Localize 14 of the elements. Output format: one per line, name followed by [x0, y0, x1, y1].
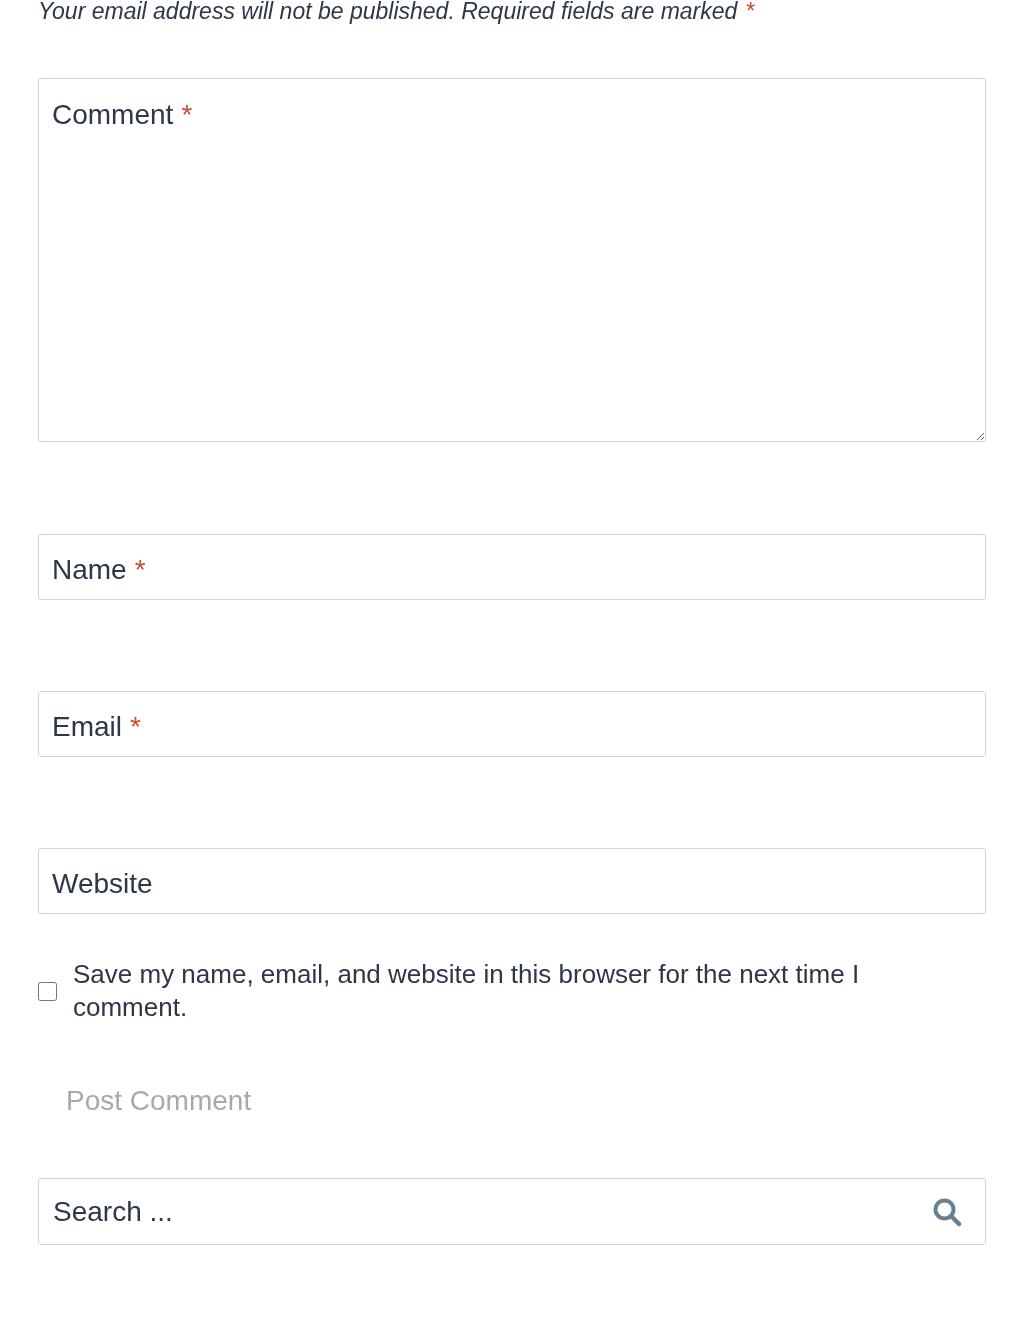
- field-label: Email *: [52, 710, 141, 744]
- text-field[interactable]: [38, 534, 986, 600]
- field-label: Comment *: [52, 98, 193, 132]
- privacy-notice: Your email address will not be published. Required fields are marked *: [38, 0, 756, 26]
- save-checkbox[interactable]: [38, 981, 57, 1001]
- field-label: Website: [52, 867, 153, 901]
- search-field[interactable]: Search ...: [38, 1178, 986, 1245]
- search-icon[interactable]: [932, 1197, 962, 1227]
- field-label: Name *: [52, 553, 146, 587]
- consent-label: Save my name, email, and website in this browser for the next time I comment.: [73, 958, 861, 1024]
- post-comment-button[interactable]: Post Comment: [66, 1080, 252, 1122]
- text-field[interactable]: [38, 691, 986, 757]
- text-field[interactable]: [38, 848, 986, 914]
- comment-field[interactable]: [38, 78, 986, 442]
